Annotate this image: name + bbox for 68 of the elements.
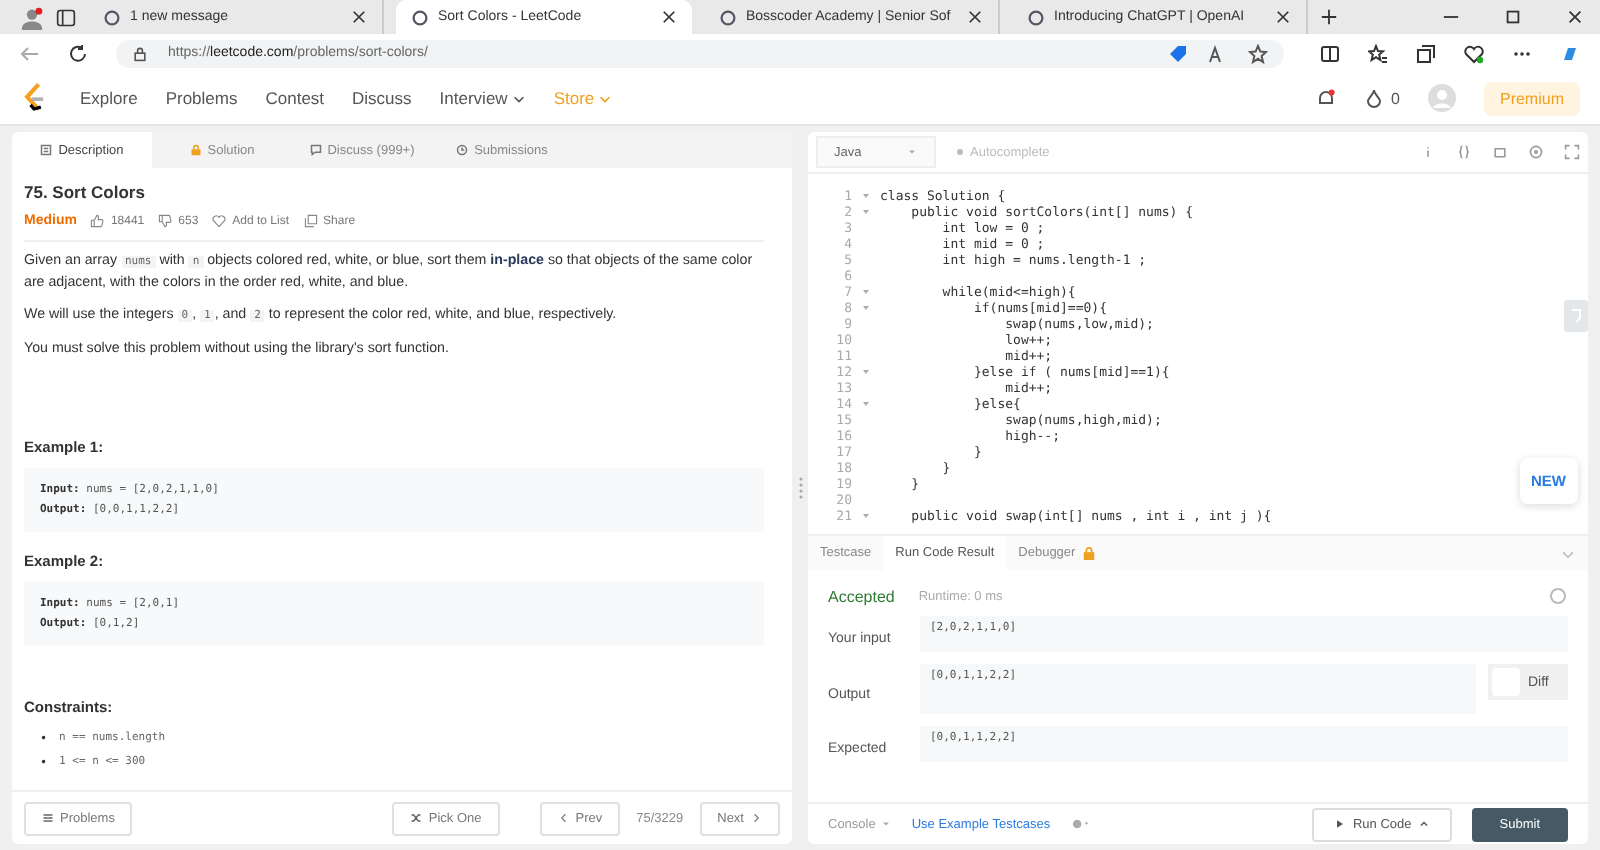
refresh-icon[interactable] xyxy=(68,43,88,63)
favorites-icon[interactable] xyxy=(1368,43,1388,63)
tab-actions-icon[interactable] xyxy=(56,7,76,27)
collections-icon[interactable] xyxy=(1416,43,1436,63)
reset-icon[interactable] xyxy=(1492,144,1508,160)
fold-arrow-icon[interactable] xyxy=(862,208,870,216)
chevron-up-icon xyxy=(1417,818,1430,830)
close-icon[interactable] xyxy=(662,10,676,24)
list-icon xyxy=(42,812,54,824)
copilot-icon[interactable] xyxy=(1560,43,1580,63)
tag-icon[interactable] xyxy=(1168,43,1188,63)
settings-icon[interactable] xyxy=(1528,144,1544,160)
favicon-icon xyxy=(1028,9,1044,25)
close-icon[interactable] xyxy=(1276,10,1290,24)
fold-arrow-icon[interactable] xyxy=(862,368,870,376)
result-status: Accepted xyxy=(828,587,895,605)
play-icon xyxy=(1334,818,1347,830)
info-icon[interactable] xyxy=(1548,586,1568,606)
thumbs-up-icon[interactable] xyxy=(90,214,105,228)
thumbs-down-icon[interactable] xyxy=(158,214,173,228)
nav-link[interactable]: Explore xyxy=(80,88,138,108)
fold-arrow-icon[interactable] xyxy=(862,288,870,296)
dot-icon xyxy=(956,148,964,156)
chevron-down-icon xyxy=(598,91,613,105)
settings-icon[interactable] xyxy=(1070,814,1091,834)
lock-icon xyxy=(1081,546,1096,560)
bell-icon[interactable] xyxy=(1315,88,1336,108)
new-tab-icon[interactable] xyxy=(1320,8,1338,26)
caret-icon xyxy=(906,146,918,158)
close-icon[interactable] xyxy=(968,10,982,24)
star-icon[interactable] xyxy=(1248,43,1268,63)
profile-icon[interactable] xyxy=(20,5,44,29)
heartbeat-icon[interactable] xyxy=(1464,43,1484,63)
caret-icon xyxy=(879,818,892,830)
heart-icon xyxy=(212,214,227,228)
fold-arrow-icon[interactable] xyxy=(862,512,870,520)
chevron-down-icon xyxy=(511,91,526,105)
chevron-left-icon xyxy=(557,812,570,824)
braces-icon[interactable] xyxy=(1456,144,1472,160)
nav-link[interactable]: Discuss xyxy=(352,88,412,108)
lock-icon xyxy=(189,144,202,156)
fold-arrow-icon[interactable] xyxy=(862,192,870,200)
clock-icon xyxy=(456,144,469,156)
split-screen-icon[interactable] xyxy=(1320,43,1340,63)
document-icon xyxy=(40,144,53,156)
favicon-icon xyxy=(412,9,428,25)
chat-icon xyxy=(309,144,322,156)
close-icon[interactable] xyxy=(1566,8,1584,26)
drag-handle-icon[interactable] xyxy=(797,476,803,500)
chevron-right-icon xyxy=(750,812,762,824)
fold-arrow-icon[interactable] xyxy=(862,304,870,312)
back-icon[interactable] xyxy=(20,43,40,63)
drop-icon[interactable] xyxy=(1363,88,1384,108)
problem-title: 75. Sort Colors xyxy=(24,182,147,202)
lock-icon xyxy=(132,45,148,61)
fullscreen-icon[interactable] xyxy=(1564,144,1580,160)
favicon-icon xyxy=(720,9,736,25)
maximize-icon[interactable] xyxy=(1504,8,1522,26)
nav-link[interactable]: Interview xyxy=(439,88,526,108)
share-icon xyxy=(303,214,318,228)
streak-count: 0 xyxy=(1391,89,1400,107)
favicon-icon xyxy=(104,9,120,25)
fold-arrow-icon[interactable] xyxy=(862,400,870,408)
shuffle-icon xyxy=(410,812,423,824)
logo-icon[interactable] xyxy=(20,82,48,114)
close-icon[interactable] xyxy=(352,10,366,24)
nav-link[interactable]: Contest xyxy=(265,88,325,108)
nav-link[interactable]: Problems xyxy=(165,88,238,108)
